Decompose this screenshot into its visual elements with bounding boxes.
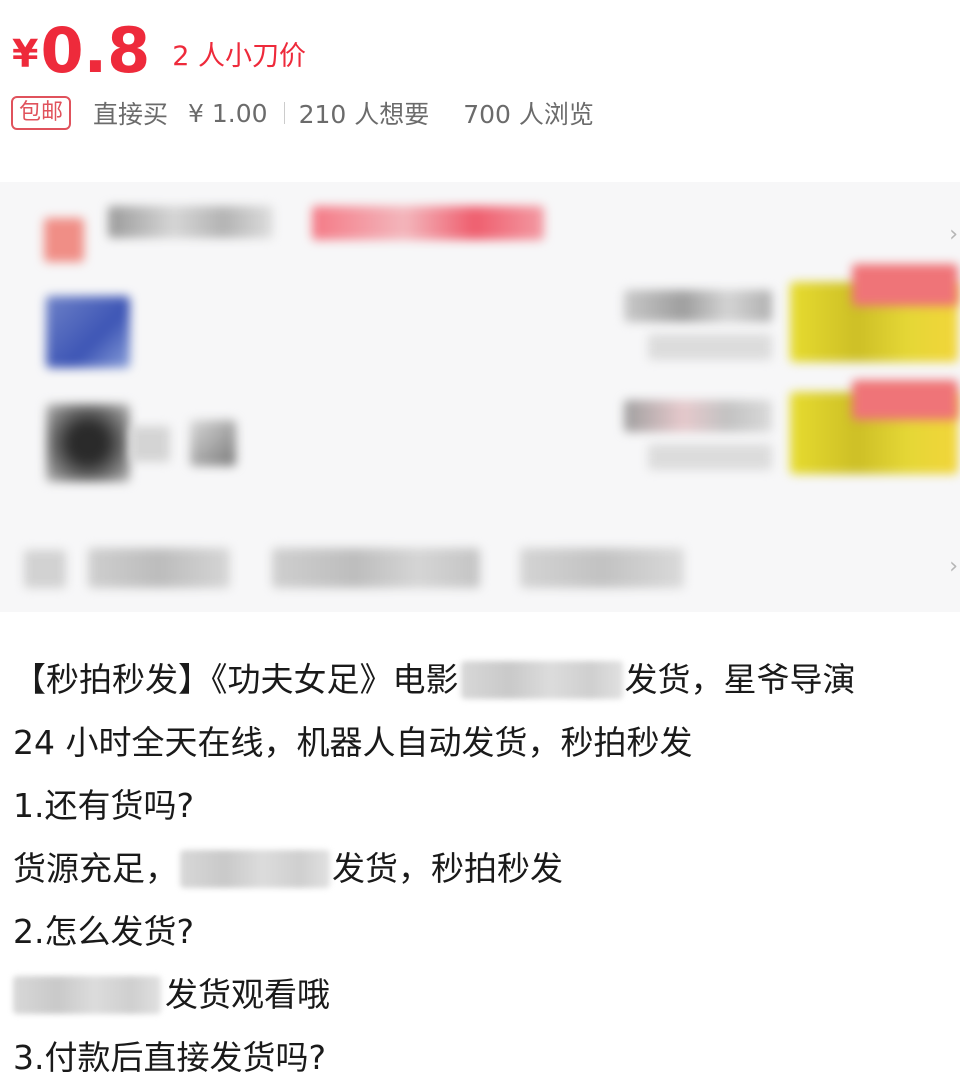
description-line: 【秒拍秒发】《功夫女足》电影 发货，星爷导演 <box>13 648 953 711</box>
description-text: 2.怎么发货? <box>13 912 195 951</box>
description-line: 货源充足， 发货，秒拍秒发 <box>13 837 953 900</box>
blurred-text <box>624 400 772 432</box>
description-line: 发货观看哦 <box>13 963 953 1026</box>
want-count: 210 人想要 <box>298 100 430 129</box>
description-text: 24 小时全天在线，机器人自动发货，秒拍秒发 <box>13 723 693 762</box>
description-text: 发货观看哦 <box>165 975 330 1014</box>
description-text: 发货，星爷导演 <box>624 660 856 699</box>
meta-row: 包邮 直接买 ¥ 1.00 210 人想要 700 人浏览 <box>11 95 614 131</box>
bargain-price-note[interactable]: 2 人小刀价 <box>172 43 306 70</box>
description-line: 24 小时全天在线，机器人自动发货，秒拍秒发 <box>13 711 953 774</box>
blurred-text <box>312 206 544 240</box>
chevron-right-icon[interactable]: › <box>949 554 958 579</box>
blurred-text <box>272 548 480 588</box>
blurred-text <box>88 548 230 588</box>
redacted-text <box>13 975 161 1014</box>
description-line: 2.怎么发货? <box>13 900 953 963</box>
seller-card-blurred[interactable]: › › <box>0 182 960 612</box>
description-text: 1.还有货吗? <box>13 786 195 825</box>
view-count: 700 人浏览 <box>463 100 594 129</box>
blurred-text <box>624 290 772 322</box>
description-text: 【秒拍秒发】《功夫女足》电影 <box>13 660 459 699</box>
price-value: 0.8 <box>40 14 151 87</box>
description-line: 3.付款后直接发货吗? <box>13 1026 953 1089</box>
description-text: 3.付款后直接发货吗? <box>13 1038 327 1077</box>
description-text: 货源充足， <box>13 849 178 888</box>
item-description: 【秒拍秒发】《功夫女足》电影 发货，星爷导演 24 小时全天在线，机器人自动发货… <box>13 648 953 1089</box>
blurred-text <box>130 426 170 462</box>
buy-direct-price: ¥ 1.00 <box>188 98 268 128</box>
blurred-text <box>190 420 236 466</box>
blurred-text <box>24 550 66 588</box>
blurred-text <box>648 444 772 470</box>
price-currency-symbol: ¥ <box>12 32 39 76</box>
blurred-avatar <box>46 296 130 368</box>
blurred-text <box>108 206 273 238</box>
description-line: 1.还有货吗? <box>13 774 953 837</box>
blurred-badge <box>852 264 958 306</box>
price-row: ¥ 0.8 2 人小刀价 <box>12 14 306 84</box>
buy-direct-label: 直接买 <box>93 100 169 129</box>
description-text: 发货，秒拍秒发 <box>332 849 563 888</box>
blurred-avatar <box>46 404 130 482</box>
blurred-text <box>520 548 684 588</box>
chevron-right-icon[interactable]: › <box>949 222 958 247</box>
redacted-text <box>180 849 330 888</box>
redacted-text <box>460 660 623 699</box>
meta-divider <box>283 102 285 124</box>
blurred-avatar <box>44 218 84 262</box>
blurred-badge <box>852 380 958 420</box>
free-shipping-badge: 包邮 <box>11 96 72 130</box>
blurred-text <box>648 334 772 360</box>
